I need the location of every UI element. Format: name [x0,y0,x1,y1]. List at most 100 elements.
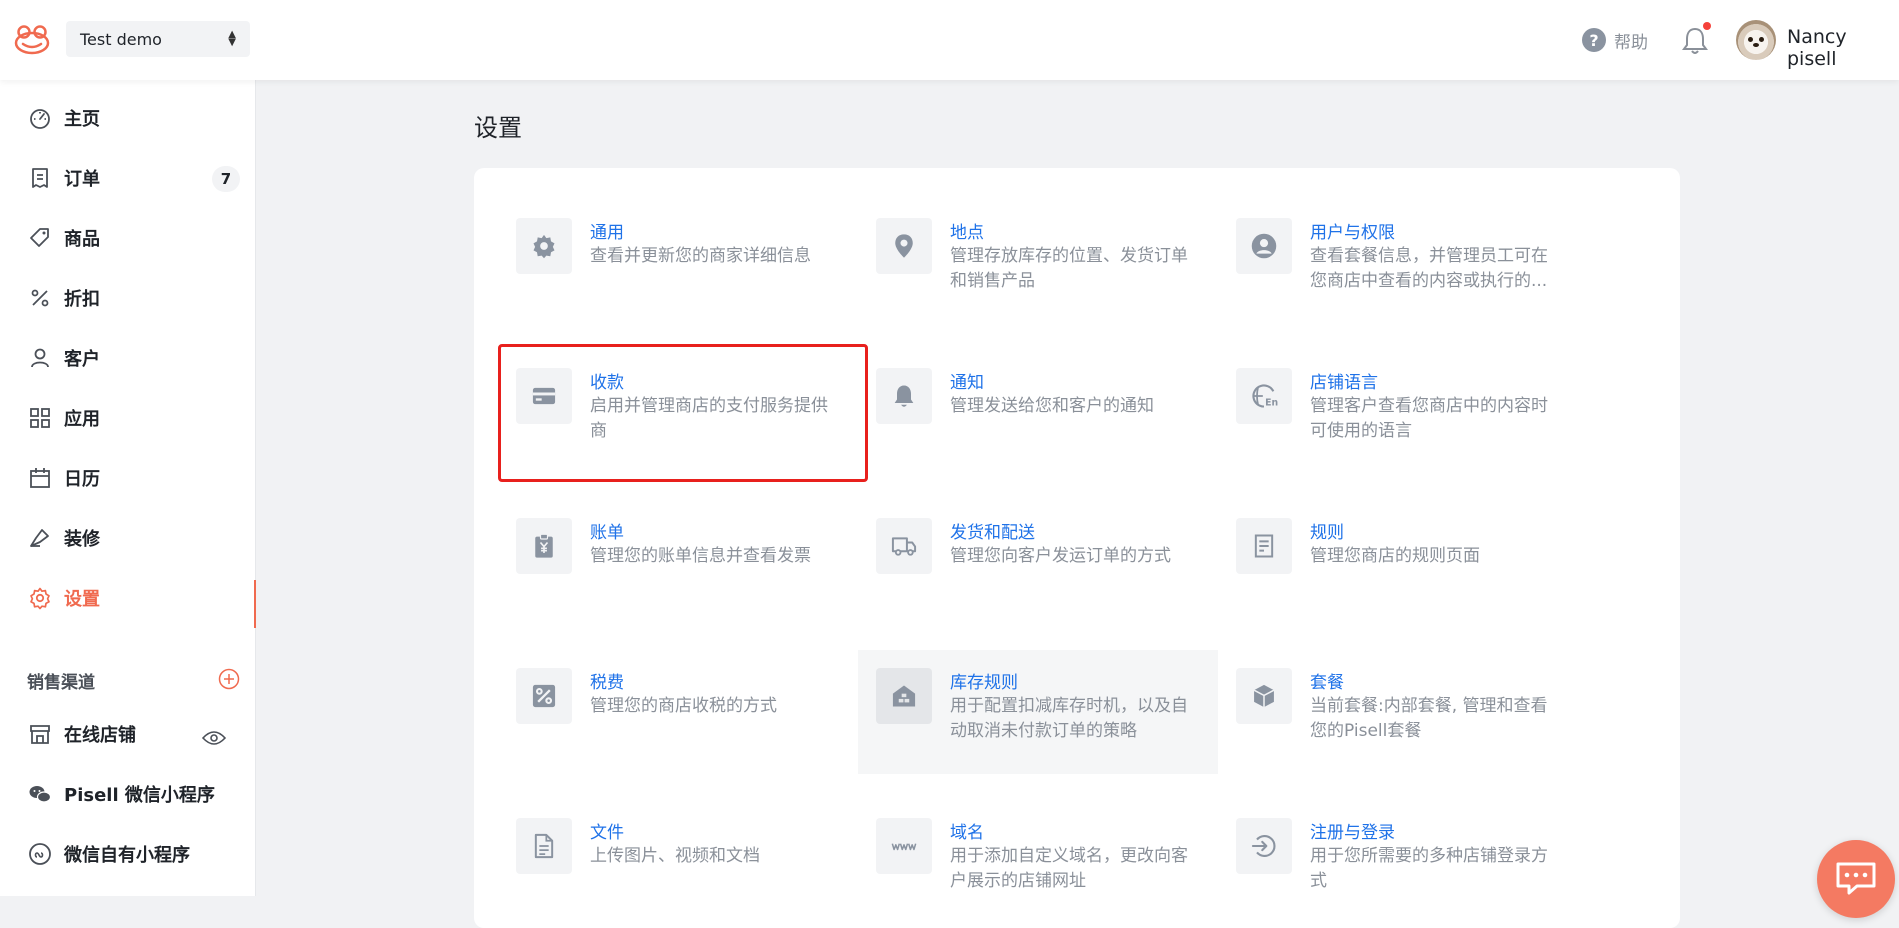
add-channel-icon[interactable] [218,668,240,690]
setting-store-language[interactable]: En 店铺语言 管理客户查看您商店中的内容时可使用的语言 [1218,350,1578,474]
setting-icon-box [876,518,932,574]
sidebar-item-label: 商品 [64,229,100,250]
setting-icon-box [1236,518,1292,574]
setting-desc: 上传图片、视频和文档 [590,846,760,866]
setting-register-login[interactable]: 注册与登录 用于您所需要的多种店铺登录方式 [1218,800,1578,924]
sidebar-item-label: 装修 [64,529,100,550]
sidebar-item-label: 设置 [64,589,100,610]
sidebar-item-label: 应用 [64,409,100,430]
setting-inventory-rules[interactable]: 库存规则 用于配置扣减库存时机，以及自动取消未付款订单的策略 [858,650,1218,774]
sidebar-item-label: 折扣 [64,289,100,310]
pisell-logo-icon[interactable] [14,22,50,56]
setting-title: 用户与权限 [1310,223,1395,243]
user-circle-icon [1251,233,1277,259]
sales-channels-title: 销售渠道 [27,673,95,693]
setting-title: 域名 [950,823,984,843]
setting-desc: 用于添加自定义域名，更改向客户展示的店铺网址 [950,846,1188,891]
setting-rules[interactable]: 规则 管理您商店的规则页面 [1218,500,1578,624]
chat-button[interactable] [1817,840,1895,918]
setting-icon-box [876,368,932,424]
sidebar-item-label: 主页 [64,109,100,130]
sidebar-item-customers[interactable]: 客户 [0,328,256,388]
setting-shipping[interactable]: 发货和配送 管理您向客户发运订单的方式 [858,500,1218,624]
setting-general[interactable]: 通用 查看并更新您的商家详细信息 [498,200,858,324]
brush-icon [30,529,49,547]
gear-icon [30,587,50,610]
user-icon [31,348,49,368]
orders-count-badge: 7 [212,166,240,192]
sidebar-item-decoration[interactable]: 装修 [0,508,256,568]
setting-icon-box [1236,818,1292,874]
setting-files[interactable]: 文件 上传图片、视频和文档 [498,800,858,924]
sort-caret-icon: ▲ ▼ [228,29,236,48]
setting-domain[interactable]: 域名 用于添加自定义域名，更改向客户展示的店铺网址 [858,800,1218,924]
tag-icon [30,228,49,247]
percent-icon [31,289,49,307]
setting-plan[interactable]: 套餐 当前套餐:内部套餐, 管理和查看您的Pisell套餐 [1218,650,1578,774]
setting-users-permissions[interactable]: 用户与权限 查看套餐信息，并管理员工可在您商店中查看的内容或执行的... [1218,200,1578,324]
setting-notifications[interactable]: 通知 管理发送给您和客户的通知 [858,350,1218,474]
dashboard-icon [30,109,50,129]
setting-billing[interactable]: 账单 管理您的账单信息并查看发票 [498,500,858,624]
setting-desc: 管理发送给您和客户的通知 [950,396,1154,416]
calendar-icon [30,468,50,488]
truck-icon [891,537,917,556]
setting-title: 套餐 [1310,673,1344,693]
highlight-box [498,344,868,482]
sidebar-item-label: 客户 [64,349,100,370]
wechat-icon [29,786,52,803]
sidebar: 主页 订单 7 商品 折扣 客户 应用 日历 装修 设置 销售渠道 在线店铺 P… [0,80,256,896]
avatar-eye [1759,37,1764,42]
setting-icon-box [516,218,572,274]
sidebar-channel-own-mini-program[interactable]: 微信自有小程序 [0,824,256,884]
sidebar-channel-pisell-wechat[interactable]: Pisell 微信小程序 [0,764,256,824]
setting-title: 通知 [950,373,984,393]
package-box-icon [1253,684,1275,708]
bell-icon [894,385,914,407]
store-name: Test demo [80,29,162,49]
sidebar-item-discounts[interactable]: 折扣 [0,268,256,328]
setting-desc: 管理您商店的规则页面 [1310,546,1480,566]
setting-desc: 查看套餐信息，并管理员工可在您商店中查看的内容或执行的... [1310,246,1548,291]
setting-title: 文件 [590,823,624,843]
top-bar: Test demo ▲ ▼ ? 帮助 Nancy pisell [0,0,1899,80]
bill-icon [535,533,553,558]
help-link[interactable]: ? 帮助 [1582,26,1648,54]
setting-desc: 管理您的商店收税的方式 [590,696,777,716]
setting-icon-box [876,218,932,274]
sidebar-item-orders[interactable]: 订单 7 [0,148,256,208]
setting-desc: 当前套餐:内部套餐, 管理和查看您的Pisell套餐 [1310,696,1548,741]
store-icon [30,725,50,744]
sidebar-item-label: Pisell 微信小程序 [64,785,215,806]
avatar-nose [1753,43,1759,47]
eye-icon[interactable] [202,726,226,750]
avatar[interactable] [1736,20,1776,60]
setting-icon-box: En [1236,368,1292,424]
setting-title: 账单 [590,523,624,543]
setting-desc: 查看并更新您的商家详细信息 [590,246,811,266]
sidebar-item-home[interactable]: 主页 [0,88,256,148]
sidebar-item-label: 订单 [64,169,100,190]
setting-title: 规则 [1310,523,1344,543]
sidebar-item-calendar[interactable]: 日历 [0,448,256,508]
setting-locations[interactable]: 地点 管理存放库存的位置、发货订单和销售产品 [858,200,1218,324]
setting-desc: 用于您所需要的多种店铺登录方式 [1310,846,1548,891]
setting-desc: 管理客户查看您商店中的内容时可使用的语言 [1310,396,1548,441]
setting-title: 地点 [950,223,984,243]
tax-percent-icon [532,684,556,708]
user-name[interactable]: Nancy pisell [1787,26,1899,70]
setting-icon-box [1236,668,1292,724]
sidebar-item-settings[interactable]: 设置 [0,568,256,628]
sidebar-item-label: 微信自有小程序 [64,845,190,866]
setting-title: 库存规则 [950,673,1018,693]
store-selector[interactable]: Test demo ▲ ▼ [66,21,250,57]
sidebar-item-apps[interactable]: 应用 [0,388,256,448]
setting-taxes[interactable]: 税费 管理您的商店收税的方式 [498,650,858,774]
sidebar-channel-online-store[interactable]: 在线店铺 [0,704,256,764]
sidebar-item-products[interactable]: 商品 [0,208,256,268]
chat-icon [1836,862,1876,895]
avatar-eye [1748,37,1753,42]
sidebar-item-label: 日历 [64,469,100,490]
apps-icon [30,408,50,428]
question-icon: ? [1582,28,1606,52]
